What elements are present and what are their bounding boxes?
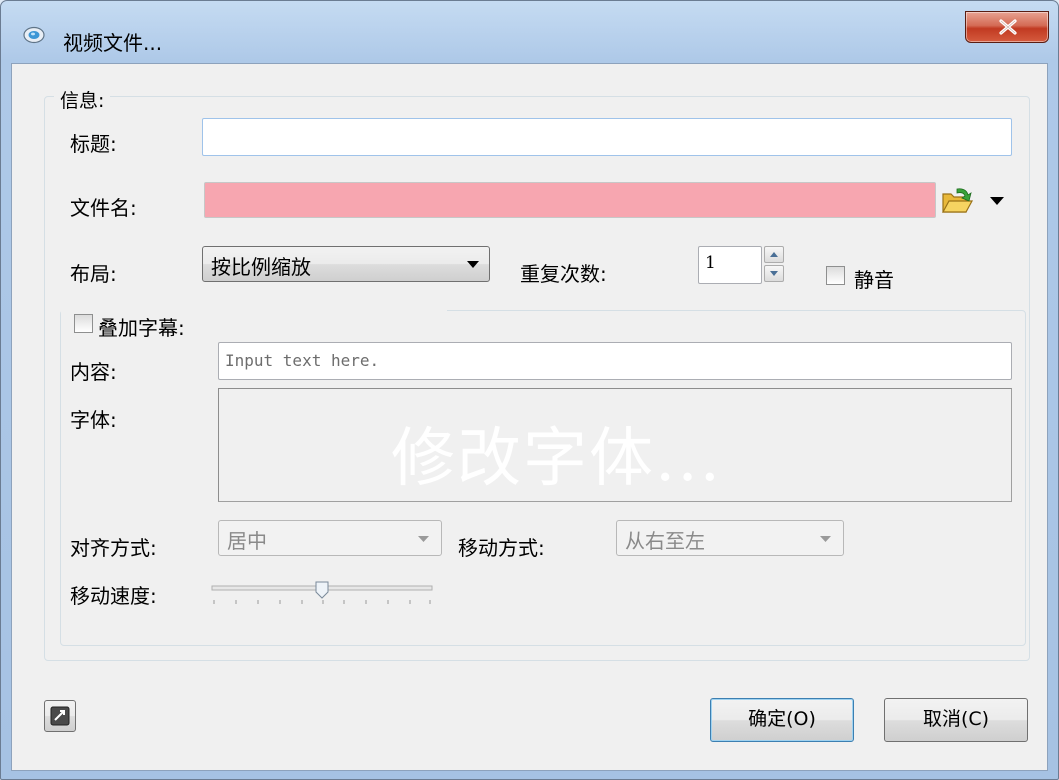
slider-ticks	[213, 600, 431, 604]
layout-label: 布局:	[70, 262, 117, 286]
dialog-client-area: 信息: 标题: 文件名: 布局: 按比例缩放 重复次数: 1 静音 叠加字幕: …	[11, 63, 1048, 771]
overlay-caption-label: 叠加字幕:	[98, 316, 185, 340]
repeat-count-label: 重复次数:	[520, 262, 607, 286]
font-label: 字体:	[70, 408, 117, 432]
edit-icon	[50, 706, 70, 726]
title-label: 标题:	[70, 132, 117, 156]
speed-label: 移动速度:	[70, 584, 157, 608]
folder-open-icon[interactable]	[940, 184, 974, 218]
chevron-up-icon	[770, 252, 778, 257]
font-preview-box[interactable]: 修改字体...	[218, 388, 1012, 502]
chevron-down-icon	[770, 271, 778, 276]
movement-select[interactable]: 从右至左	[616, 520, 844, 556]
title-bar[interactable]: 视频文件...	[1, 1, 1058, 63]
repeat-count-input[interactable]: 1	[698, 246, 762, 284]
mute-label: 静音	[854, 268, 894, 292]
alignment-select[interactable]: 居中	[218, 520, 442, 556]
triangle-down-icon[interactable]	[990, 197, 1004, 205]
content-input[interactable]	[219, 343, 1011, 377]
window-title: 视频文件...	[63, 31, 163, 55]
mute-checkbox[interactable]	[826, 266, 845, 285]
title-input[interactable]	[202, 118, 1012, 156]
chevron-down-icon	[820, 536, 831, 542]
alignment-select-value: 居中	[227, 529, 267, 553]
filename-label: 文件名:	[70, 196, 137, 220]
movement-select-value: 从右至左	[625, 529, 705, 553]
content-input-box[interactable]	[218, 342, 1012, 380]
font-preview-text: 修改字体...	[391, 422, 723, 496]
ok-button[interactable]: 确定(O)	[710, 698, 854, 742]
info-group-label: 信息:	[54, 86, 111, 113]
spin-down-button[interactable]	[764, 265, 784, 282]
chevron-down-icon	[467, 261, 479, 268]
slider-thumb[interactable]	[315, 581, 329, 599]
close-icon	[999, 19, 1017, 35]
content-label: 内容:	[70, 360, 117, 384]
repeat-count-spinner[interactable]	[764, 246, 786, 284]
filename-input[interactable]	[204, 182, 936, 218]
movement-label: 移动方式:	[458, 536, 545, 560]
cancel-button[interactable]: 取消(C)	[884, 698, 1028, 742]
close-button[interactable]	[965, 11, 1049, 43]
overlay-caption-checkbox[interactable]	[74, 314, 93, 333]
layout-select-value: 按比例缩放	[211, 255, 311, 279]
edit-button[interactable]	[44, 700, 76, 732]
alignment-label: 对齐方式:	[70, 536, 157, 560]
chevron-down-icon	[418, 536, 429, 542]
dialog-window: 视频文件... 信息: 标题: 文件名: 布局: 按比例缩放 重复次数: 1 静…	[0, 0, 1059, 780]
video-file-icon	[23, 26, 45, 44]
layout-select[interactable]: 按比例缩放	[202, 246, 490, 282]
spin-up-button[interactable]	[764, 246, 784, 263]
speed-slider[interactable]	[210, 580, 434, 614]
repeat-count-value: 1	[705, 253, 716, 273]
